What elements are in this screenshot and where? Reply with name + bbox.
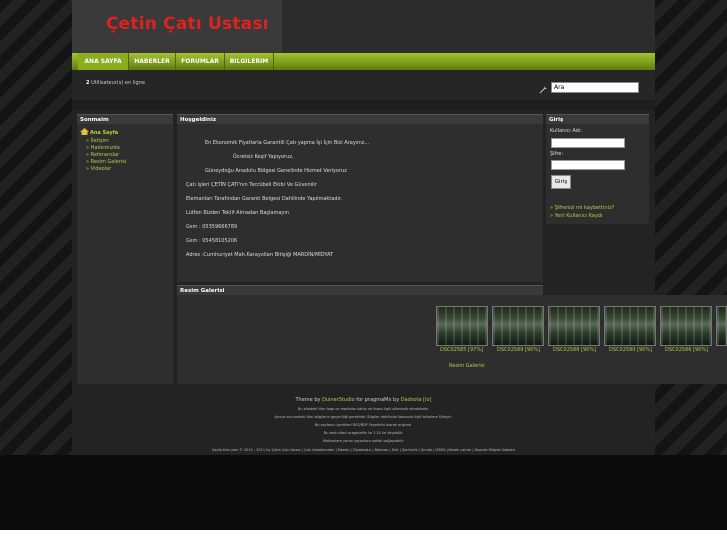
footer-line: Ayrıca sunumdaki tüm bilgilerin geçerlil… <box>274 415 453 419</box>
gallery-thumb[interactable] <box>548 306 600 346</box>
welcome-line: Elemanları Tarafından Garanti Belgesi Da… <box>186 196 343 202</box>
welcome-line: Çatı işleri ÇETİN ÇATI'nın Tecrübeli Eki… <box>186 182 317 188</box>
header: Çetin Çatı Ustası <box>72 0 655 53</box>
search-icon <box>539 85 548 94</box>
login-title: Giriş <box>546 114 649 124</box>
footer-line: Bu web sitesi pragmaMx ile 1.10 ile deye… <box>323 431 404 435</box>
nav-home[interactable]: ANA SAYFA <box>78 53 129 70</box>
footer-theme-by[interactable]: Dadsota <box>401 397 422 403</box>
site-logo[interactable]: Çetin Çatı Ustası <box>106 14 269 34</box>
gallery-thumb-label[interactable]: DSC02588 [90%] <box>553 347 596 353</box>
welcome-line: Ücretsiz Keşif Yapıyoruz, <box>233 154 294 160</box>
nav-forums[interactable]: FORUMLAR <box>176 53 225 70</box>
sidebar-item-contact[interactable]: » İletişim <box>86 138 109 144</box>
welcome-phone-2: Gsm : 05458105206 <box>186 238 238 244</box>
online-text: Utilisateur(s) en ligne <box>91 80 145 86</box>
welcome-line: En Ekonomik Fiyatlarla Garantili Çatı ya… <box>205 140 370 146</box>
separator-band <box>72 100 655 110</box>
sidebar-item-home[interactable]: Ana Sayfa <box>90 130 118 136</box>
footer-theme-author[interactable]: DuinerStudio <box>322 397 355 403</box>
gallery-thumb-label[interactable]: DSC02586 [90%] <box>665 347 708 353</box>
welcome-address: Adres :Cumhuriyet Mah.Karayolları Bitişi… <box>186 252 334 258</box>
gallery-thumb[interactable] <box>492 306 544 346</box>
online-count: 2 <box>86 80 90 86</box>
footer-theme-middle: for pragmaMx by <box>356 397 400 403</box>
welcome-panel <box>177 124 543 282</box>
page-bottom-band <box>0 455 727 530</box>
username-field[interactable] <box>551 138 625 148</box>
sidebar-item-about[interactable]: » Hakkımızda <box>86 145 120 151</box>
footer-copyright: Sayfa tüm yazı © 2010 - 2011 by Çetin Ça… <box>212 448 515 452</box>
gallery-thumb[interactable] <box>436 306 488 346</box>
footer-theme-prefix: Theme by <box>295 397 321 403</box>
header-banner <box>282 0 655 53</box>
nav-news[interactable]: HABERLER <box>129 53 176 70</box>
sidebar-title: Sonmaim <box>77 114 173 124</box>
search-input[interactable] <box>551 82 639 93</box>
gallery-thumb-label[interactable]: DSC02590 [90%] <box>609 347 652 353</box>
online-users: 2 Utilisateur(s) en ligne <box>86 80 145 86</box>
main-nav: ANA SAYFA HABERLER FORUMLAR BILGILERIM <box>72 53 655 70</box>
gallery-link[interactable]: Resim Galerisi <box>449 363 485 369</box>
footer-line: Makinelere yaran yaparlara sahibi sağlay… <box>322 439 405 443</box>
nav-info[interactable]: BILGILERIM <box>225 53 274 70</box>
welcome-line: Lütfen Bizden Teklif Almadan Başlamayın <box>186 210 289 216</box>
gallery-thumb[interactable] <box>660 306 712 346</box>
register-link[interactable]: » Yeni Kullanıcı Kaydı <box>550 213 602 219</box>
username-label: Kullanıcı Adı: <box>550 128 582 134</box>
welcome-title: Hoşgeldiniz <box>177 114 543 124</box>
password-field[interactable] <box>551 160 625 170</box>
sidebar-item-references[interactable]: » Referanslar <box>86 152 119 158</box>
sidebar-item-gallery[interactable]: » Resim Galerisi <box>86 159 126 165</box>
gallery-thumb[interactable] <box>604 306 656 346</box>
forgot-password-link[interactable]: » Şifrenizi mi kaybettiniz? <box>550 205 614 211</box>
gallery-thumb-label[interactable]: DSC02585 [97%] <box>440 347 483 353</box>
welcome-line: Güneydoğu Anadolu Bölgesi Genelinde Hizm… <box>205 168 347 174</box>
footer-line: Bu sitedeki tüm logo ve markalar sahip v… <box>297 407 430 411</box>
gallery-title: Resim Galerisi <box>177 285 543 295</box>
footer-line: Bu sayfanın içerikleri RSS/RDF Feyeddiri… <box>314 423 413 427</box>
footer-theme: Theme by DuinerStudio for pragmaMx by Da… <box>72 397 655 403</box>
gallery-thumb-label[interactable]: DSC02589 [90%] <box>497 347 540 353</box>
welcome-phone-1: Gsm : 05359666789 <box>186 224 238 230</box>
footer-theme-tag[interactable]: [lo] <box>423 397 431 403</box>
page-bottom-edge <box>0 530 727 545</box>
home-icon <box>80 128 89 135</box>
gallery-thumb[interactable] <box>716 306 727 346</box>
login-button[interactable]: Giriş <box>551 175 571 189</box>
password-label: Şifre: <box>550 151 564 157</box>
sidebar-item-videos[interactable]: » Videolar <box>86 166 111 172</box>
